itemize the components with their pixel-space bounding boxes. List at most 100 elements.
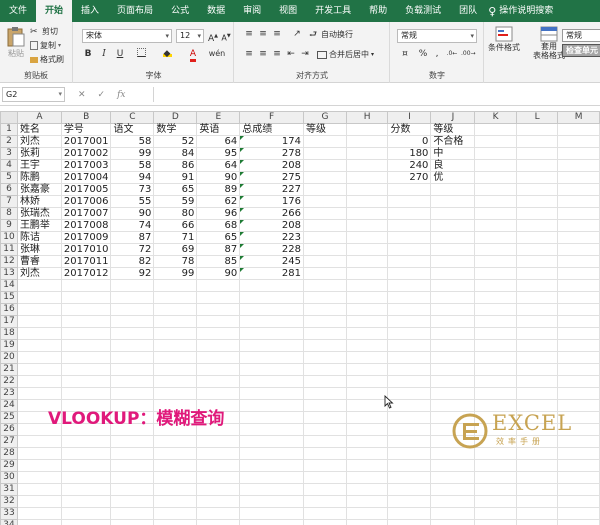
row-header[interactable]: 20	[0, 351, 18, 364]
cell[interactable]	[16, 435, 62, 448]
cell[interactable]: 张莉	[16, 147, 62, 160]
cell[interactable]	[60, 291, 112, 304]
cell[interactable]	[302, 171, 347, 184]
cell[interactable]: 78	[153, 255, 198, 268]
cell[interactable]	[345, 315, 389, 328]
menu-tab[interactable]: 团队	[450, 0, 486, 22]
cell[interactable]	[515, 315, 559, 328]
cell[interactable]: 曹睿	[16, 255, 62, 268]
cell[interactable]	[474, 459, 517, 472]
enter-icon[interactable]: ✓	[98, 90, 106, 100]
cell[interactable]: 94	[110, 171, 155, 184]
row-header[interactable]: 27	[0, 435, 18, 448]
cell[interactable]	[302, 411, 347, 424]
cell[interactable]: 87	[110, 231, 155, 244]
cell[interactable]	[557, 219, 600, 232]
cell[interactable]	[557, 375, 600, 388]
conditional-format-button[interactable]: 条件格式	[488, 26, 520, 53]
cell[interactable]	[515, 279, 559, 292]
cell[interactable]	[387, 207, 432, 220]
cell[interactable]: 91	[153, 171, 198, 184]
cell[interactable]	[153, 387, 198, 400]
cell[interactable]	[345, 387, 389, 400]
cell[interactable]	[557, 135, 600, 148]
cell[interactable]	[60, 339, 112, 352]
cell[interactable]	[302, 207, 347, 220]
cell[interactable]	[430, 459, 476, 472]
cell[interactable]	[515, 375, 559, 388]
cell[interactable]: 208	[239, 159, 304, 172]
cell[interactable]: 74	[110, 219, 155, 232]
menu-tab[interactable]: 文件	[0, 0, 36, 22]
wrap-text-button[interactable]: ⮐ 自动换行	[309, 29, 353, 40]
cell[interactable]	[387, 231, 432, 244]
shrink-font-button[interactable]: A▼	[220, 30, 232, 43]
cell[interactable]	[387, 219, 432, 232]
column-header[interactable]: K	[474, 111, 517, 124]
cell[interactable]	[345, 255, 389, 268]
row-header[interactable]: 30	[0, 471, 18, 484]
cell[interactable]	[474, 363, 517, 376]
cell[interactable]: 90	[196, 171, 241, 184]
cell[interactable]: 227	[239, 183, 304, 196]
column-header[interactable]: L	[515, 111, 559, 124]
cell[interactable]	[302, 327, 347, 340]
decrease-indent-button[interactable]: ⇤	[285, 48, 297, 60]
cell[interactable]	[196, 447, 241, 460]
cell[interactable]	[302, 135, 347, 148]
cell[interactable]: 66	[153, 219, 198, 232]
cell[interactable]: 总成绩	[239, 123, 304, 136]
cell[interactable]	[239, 495, 304, 508]
row-header[interactable]: 17	[0, 315, 18, 328]
row-header[interactable]: 14	[0, 279, 18, 292]
cell[interactable]	[430, 375, 476, 388]
font-color-button[interactable]: A	[184, 48, 202, 62]
format-painter-button[interactable]: 格式刷	[30, 54, 64, 65]
cell[interactable]	[430, 255, 476, 268]
fill-color-button[interactable]: ◆	[158, 48, 176, 60]
row-header[interactable]: 3	[0, 147, 18, 160]
cell[interactable]	[302, 303, 347, 316]
cell[interactable]	[153, 327, 198, 340]
cell[interactable]	[302, 363, 347, 376]
cell[interactable]	[387, 471, 432, 484]
cell[interactable]	[557, 315, 600, 328]
cell[interactable]	[515, 231, 559, 244]
cell[interactable]	[515, 171, 559, 184]
cell[interactable]: 陈鹏	[16, 171, 62, 184]
cell[interactable]	[196, 291, 241, 304]
underline-button[interactable]: U	[114, 48, 126, 60]
column-header[interactable]: H	[345, 111, 389, 124]
row-header[interactable]: 9	[0, 219, 18, 232]
cell[interactable]	[345, 375, 389, 388]
cell[interactable]	[430, 363, 476, 376]
cell[interactable]	[153, 291, 198, 304]
cell[interactable]	[515, 471, 559, 484]
cell[interactable]	[557, 147, 600, 160]
cell[interactable]	[302, 423, 347, 436]
cell[interactable]: 71	[153, 231, 198, 244]
cell[interactable]	[345, 303, 389, 316]
cell[interactable]	[239, 471, 304, 484]
cell[interactable]	[474, 339, 517, 352]
cell[interactable]	[196, 459, 241, 472]
cell[interactable]	[430, 507, 476, 520]
cell[interactable]	[430, 291, 476, 304]
cell[interactable]	[60, 519, 112, 525]
cell[interactable]	[515, 399, 559, 412]
cell[interactable]	[430, 339, 476, 352]
cell[interactable]	[345, 351, 389, 364]
cell[interactable]	[474, 351, 517, 364]
cell[interactable]	[387, 195, 432, 208]
cell[interactable]	[557, 363, 600, 376]
row-header[interactable]: 21	[0, 363, 18, 376]
cell[interactable]	[387, 315, 432, 328]
cell[interactable]	[196, 471, 241, 484]
cell[interactable]	[196, 375, 241, 388]
cell[interactable]	[557, 171, 600, 184]
cell[interactable]	[345, 231, 389, 244]
cell[interactable]: 90	[196, 267, 241, 280]
cell[interactable]	[557, 483, 600, 496]
top-align-button[interactable]: ≡	[243, 28, 255, 40]
cell[interactable]	[474, 303, 517, 316]
